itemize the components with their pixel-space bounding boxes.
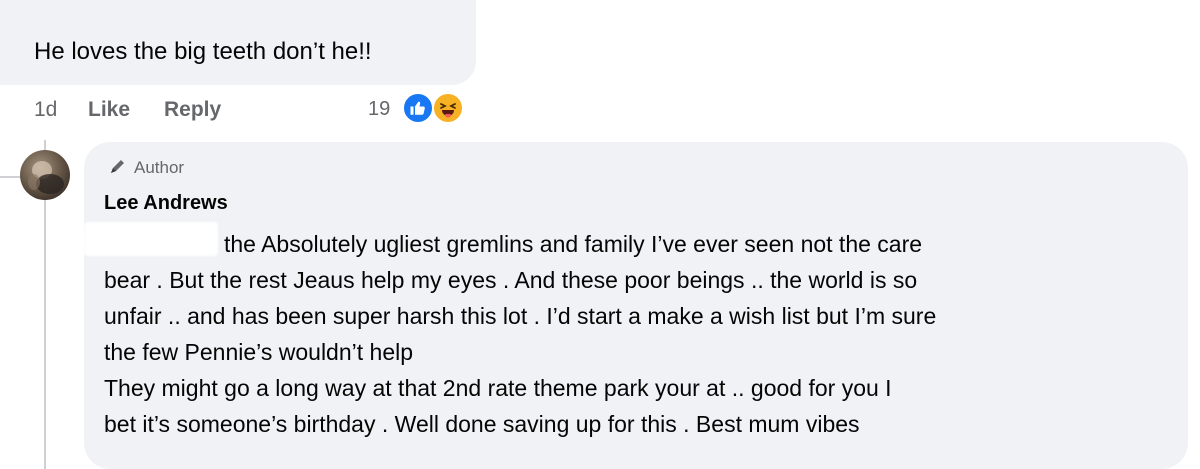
- reply-text-line: They might go a long way at that 2nd rat…: [104, 375, 892, 401]
- reply-text-line: bet it’s someone’s birthday . Well done …: [104, 411, 860, 437]
- reaction-count[interactable]: 19: [368, 98, 390, 121]
- haha-icon[interactable]: [432, 92, 464, 124]
- comment-bubble: He loves the big teeth don’t he!!: [0, 0, 476, 85]
- reply-bubble: Author Lee Andrews the Absolutely uglies…: [84, 142, 1188, 469]
- author-badge: Author: [108, 156, 184, 180]
- comment-text: He loves the big teeth don’t he!!: [34, 38, 372, 65]
- avatar[interactable]: [20, 150, 70, 200]
- reply-text-line: unfair .. and has been super harsh this …: [104, 303, 937, 329]
- author-badge-label: Author: [134, 158, 185, 177]
- reply-text-line: the Absolutely ugliest gremlins and fami…: [224, 231, 923, 257]
- reply-text-line: the few Pennie’s wouldn’t help: [104, 339, 414, 365]
- comment-timestamp[interactable]: 1d: [34, 98, 57, 122]
- like-button[interactable]: Like: [88, 98, 130, 122]
- pencil-author-icon: [108, 156, 128, 181]
- reply-text: the Absolutely ugliest gremlins and fami…: [104, 226, 1174, 442]
- like-icon[interactable]: [402, 92, 434, 124]
- reply-text-line: bear . But the rest Jeaus help my eyes .…: [104, 267, 918, 293]
- reply-button[interactable]: Reply: [164, 98, 221, 122]
- author-name[interactable]: Lee Andrews: [104, 192, 228, 215]
